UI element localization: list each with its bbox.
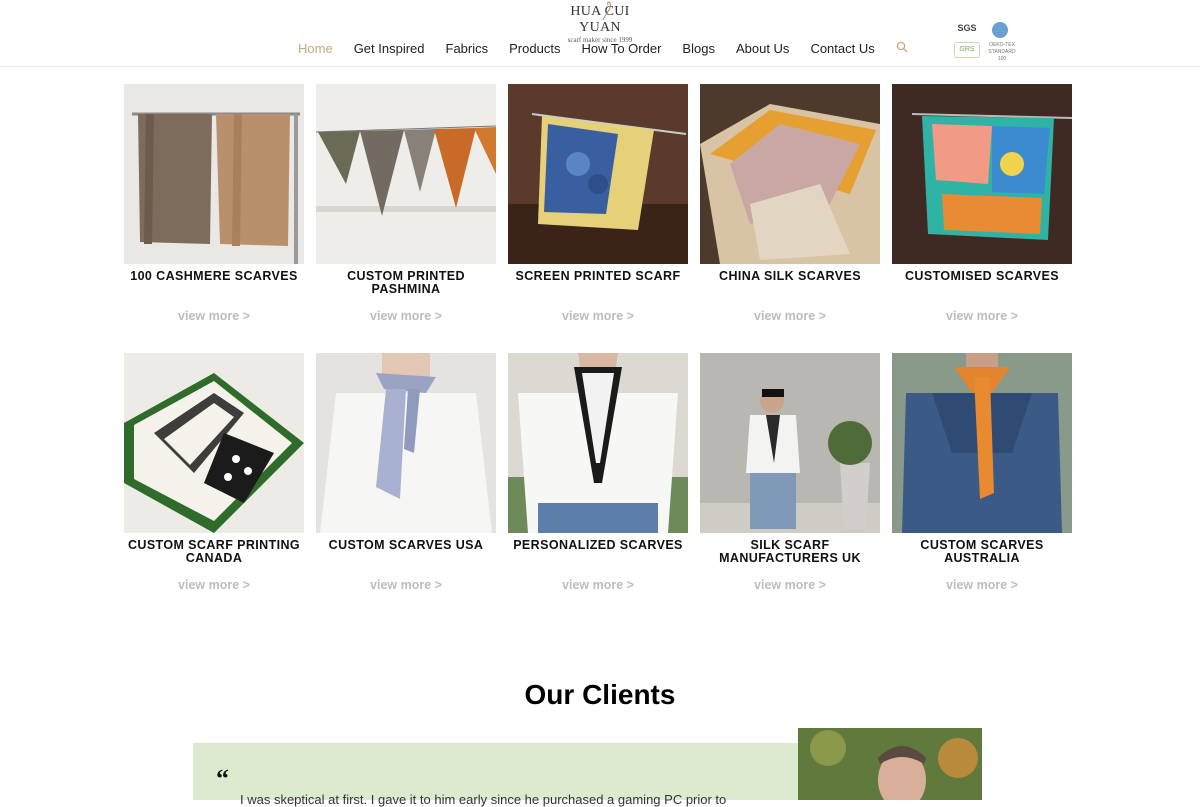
product-card[interactable]: 100 CASHMERE SCARVES view more >	[124, 84, 304, 323]
product-title[interactable]: CUSTOM SCARVES AUSTRALIA	[892, 539, 1072, 564]
product-image-cashmere[interactable]	[124, 84, 304, 264]
product-image-uk[interactable]	[700, 353, 880, 533]
globe-certification-icon	[992, 22, 1008, 38]
nav-item-contact-us[interactable]: Contact Us	[810, 41, 874, 56]
product-title[interactable]: CUSTOMISED SCARVES	[892, 270, 1072, 283]
logo-swirl-icon	[602, 1, 611, 21]
client-photo	[798, 728, 982, 800]
product-card[interactable]: PERSONALIZED SCARVES view more >	[508, 353, 688, 592]
product-card[interactable]: CUSTOM SCARVES AUSTRALIA view more >	[892, 353, 1072, 592]
section-title-our-clients: Our Clients	[524, 679, 676, 710]
quote-icon: “	[216, 764, 229, 793]
nav-item-blogs[interactable]: Blogs	[682, 41, 715, 56]
product-image-personalized[interactable]	[508, 353, 688, 533]
oeko-tex-badge: OEKO-TEX STANDARD 100	[988, 42, 1016, 62]
view-more-link[interactable]: view more >	[892, 309, 1072, 323]
product-title[interactable]: 100 CASHMERE SCARVES	[124, 270, 304, 283]
product-title[interactable]: CUSTOM SCARVES USA	[316, 539, 496, 552]
view-more-link[interactable]: view more >	[124, 309, 304, 323]
grs-badge: GRS	[954, 42, 980, 58]
product-image-screen-printed[interactable]	[508, 84, 688, 264]
product-card[interactable]: SCREEN PRINTED SCARF view more >	[508, 84, 688, 323]
product-card[interactable]: CUSTOM SCARF PRINTING CANADA view more >	[124, 353, 304, 592]
product-image-canada[interactable]	[124, 353, 304, 533]
nav-item-how-to-order[interactable]: How To Order	[581, 41, 661, 56]
product-title[interactable]: CUSTOM PRINTED PASHMINA	[316, 270, 496, 295]
view-more-link[interactable]: view more >	[316, 578, 496, 592]
product-image-customised[interactable]	[892, 84, 1072, 264]
nav-item-home[interactable]: Home	[298, 41, 333, 56]
search-icon[interactable]	[896, 41, 908, 53]
view-more-link[interactable]: view more >	[124, 578, 304, 592]
main-nav: Home Get Inspired Fabrics Products How T…	[298, 38, 896, 58]
site-header: HUA CUI YUAN scarf maker since 1999 Home…	[0, 0, 1200, 67]
view-more-link[interactable]: view more >	[508, 578, 688, 592]
product-image-australia[interactable]	[892, 353, 1072, 533]
product-title[interactable]: CHINA SILK SCARVES	[700, 270, 880, 283]
product-title[interactable]: SCREEN PRINTED SCARF	[508, 270, 688, 283]
product-image-usa[interactable]	[316, 353, 496, 533]
product-card[interactable]: CUSTOM SCARVES USA view more >	[316, 353, 496, 592]
product-image-china-silk[interactable]	[700, 84, 880, 264]
nav-item-products[interactable]: Products	[509, 41, 560, 56]
product-card[interactable]: CHINA SILK SCARVES view more >	[700, 84, 880, 323]
view-more-link[interactable]: view more >	[892, 578, 1072, 592]
nav-item-about-us[interactable]: About Us	[736, 41, 789, 56]
nav-item-fabrics[interactable]: Fabrics	[446, 41, 489, 56]
view-more-link[interactable]: view more >	[700, 309, 880, 323]
view-more-link[interactable]: view more >	[700, 578, 880, 592]
certification-badges: SGS GRS OEKO-TEX STANDARD 100	[950, 20, 1025, 62]
view-more-link[interactable]: view more >	[316, 309, 496, 323]
product-title[interactable]: SILK SCARF MANUFACTURERS UK	[700, 539, 880, 564]
product-card[interactable]: CUSTOMISED SCARVES view more >	[892, 84, 1072, 323]
nav-item-get-inspired[interactable]: Get Inspired	[354, 41, 425, 56]
logo[interactable]: HUA CUI YUAN scarf maker since 1999	[548, 1, 652, 44]
view-more-link[interactable]: view more >	[508, 309, 688, 323]
product-image-pashmina[interactable]	[316, 84, 496, 264]
product-title[interactable]: PERSONALIZED SCARVES	[508, 539, 688, 552]
product-card[interactable]: CUSTOM PRINTED PASHMINA view more >	[316, 84, 496, 323]
product-title[interactable]: CUSTOM SCARF PRINTING CANADA	[124, 539, 304, 564]
sgs-badge: SGS	[957, 23, 977, 33]
product-card[interactable]: SILK SCARF MANUFACTURERS UK view more >	[700, 353, 880, 592]
